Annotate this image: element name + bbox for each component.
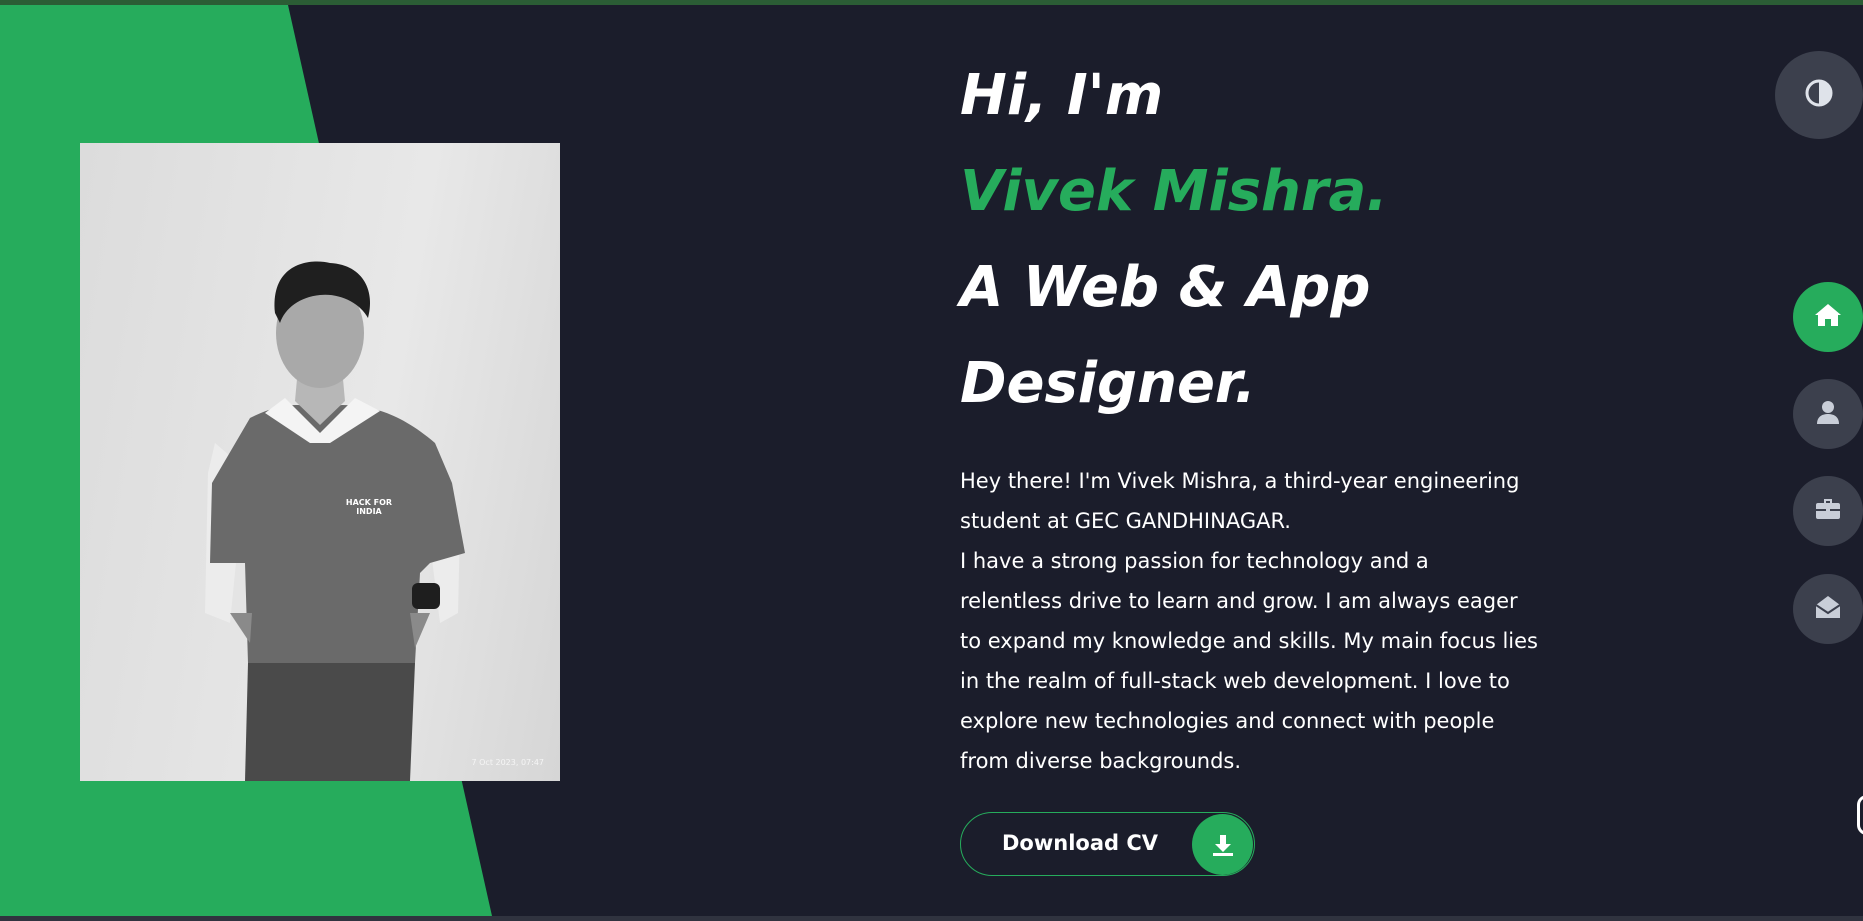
nav-about-button[interactable] [1793, 379, 1863, 449]
photo-timestamp: 7 Oct 2023, 07:47 [471, 758, 544, 767]
top-border [0, 0, 1863, 5]
bio-line: explore new technologies and connect wit… [960, 709, 1495, 733]
contrast-icon [1804, 78, 1834, 112]
nav-portfolio-button[interactable] [1793, 476, 1863, 546]
shirt-print: HACK FOR INDIA [345, 498, 393, 516]
bio-line: in the realm of full-stack web developme… [960, 669, 1510, 693]
envelope-open-icon [1814, 594, 1842, 624]
hero-heading: Hi, I'm Vivek Mishra. A Web & App Design… [960, 48, 1600, 432]
home-icon [1813, 302, 1843, 332]
bio-line: Hey there! I'm Vivek Mishra, a third-yea… [960, 469, 1520, 493]
bio-line: I have a strong passion for technology a… [960, 549, 1429, 573]
profile-photo: HACK FOR INDIA 7 Oct 2023, 07:47 [80, 143, 560, 781]
bottom-border [0, 916, 1863, 921]
nav-home-button[interactable] [1793, 282, 1863, 352]
scroll-indicator[interactable] [1857, 795, 1863, 835]
bio-paragraph: Hey there! I'm Vivek Mishra, a third-yea… [960, 461, 1560, 781]
bio-line: to expand my knowledge and skills. My ma… [960, 629, 1539, 653]
download-cv-label: Download CV [1002, 831, 1159, 855]
user-icon [1815, 399, 1841, 429]
greeting-heading: Hi, I'm [960, 63, 1164, 128]
role-heading-line2: Designer. [960, 351, 1256, 416]
role-heading-line1: A Web & App [960, 255, 1371, 320]
download-icon [1192, 814, 1253, 875]
nav-contact-button[interactable] [1793, 574, 1863, 644]
bio-line: student at GEC GANDHINAGAR. [960, 509, 1291, 533]
bio-line: relentless drive to learn and grow. I am… [960, 589, 1518, 613]
bio-line: from diverse backgrounds. [960, 749, 1242, 773]
download-cv-button[interactable]: Download CV [960, 812, 1255, 876]
briefcase-icon [1814, 496, 1842, 526]
name-heading: Vivek Mishra. [960, 159, 1388, 224]
theme-toggle-button[interactable] [1775, 51, 1863, 139]
